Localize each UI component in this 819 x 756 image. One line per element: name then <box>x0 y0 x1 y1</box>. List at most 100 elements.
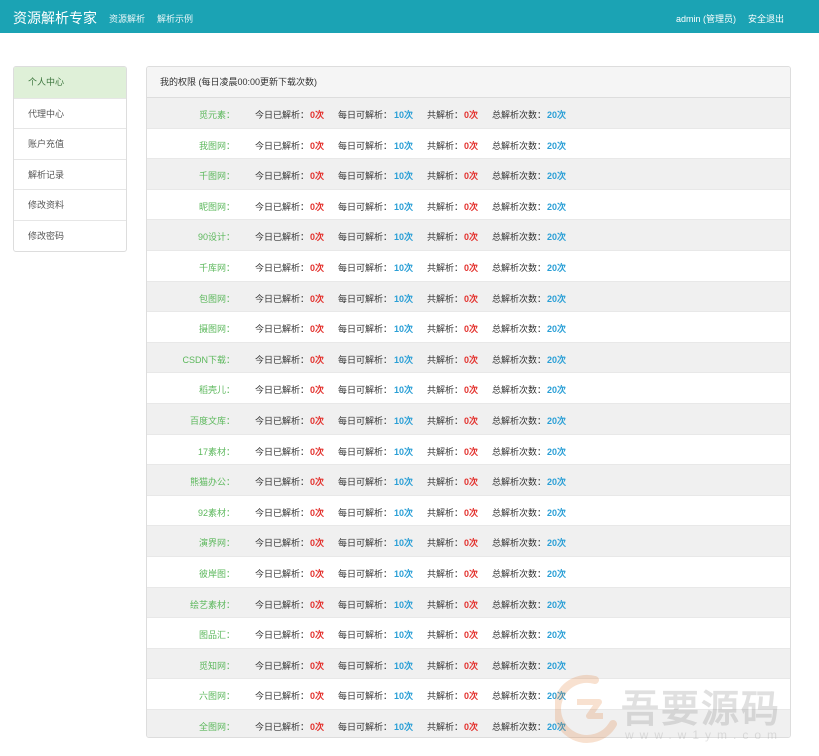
permission-row: 演界网： 今日已解析： 0次 每日可解析： 10次 共解析： 0次 总解析次数： 20次 <box>147 526 790 557</box>
stat-label-daily: 每日可解析： <box>338 293 393 304</box>
stat-label-daily: 每日可解析： <box>338 446 393 457</box>
stat-label-total: 共解析： <box>427 538 464 549</box>
stat-label-daily: 每日可解析： <box>338 262 393 273</box>
stat-value-today: 0次 <box>310 691 325 702</box>
site-name: 全图网： <box>198 721 235 732</box>
stat-value-total: 0次 <box>464 171 479 182</box>
nav-link-parse-examples[interactable]: 解析示例 <box>157 12 193 25</box>
stat-value-overall: 20次 <box>547 110 567 120</box>
stat-value-total: 0次 <box>464 110 479 120</box>
site-name: 包图网： <box>198 293 235 304</box>
stat-value-daily: 10次 <box>394 568 414 579</box>
stat-value-today: 0次 <box>310 110 325 120</box>
stat-value-daily: 10次 <box>394 232 414 243</box>
sidebar-item-recharge[interactable]: 账户充值 <box>14 128 126 159</box>
site-name: 17素材： <box>197 446 235 457</box>
brand-title[interactable]: 资源解析专家 <box>13 8 97 28</box>
stat-label-today: 今日已解析： <box>255 568 310 579</box>
stat-label-overall: 总解析次数： <box>492 630 547 641</box>
stat-label-today: 今日已解析： <box>255 232 310 243</box>
stat-value-today: 0次 <box>310 415 325 426</box>
stat-value-overall: 20次 <box>547 691 567 702</box>
site-name: 熊猫办公： <box>189 477 235 488</box>
stat-value-overall: 20次 <box>547 630 567 641</box>
stat-value-overall: 20次 <box>547 201 567 212</box>
stat-label-overall: 总解析次数： <box>492 538 547 549</box>
stat-label-daily: 每日可解析： <box>338 324 393 335</box>
stat-label-total: 共解析： <box>427 140 464 151</box>
sidebar-item-parse-records[interactable]: 解析记录 <box>14 158 126 190</box>
permission-row: 17素材： 今日已解析： 0次 每日可解析： 10次 共解析： 0次 总解析次数： 20次 <box>147 434 790 466</box>
stat-label-today: 今日已解析： <box>255 293 310 304</box>
stat-label-overall: 总解析次数： <box>492 446 547 457</box>
stat-label-overall: 总解析次数： <box>492 171 547 182</box>
stat-label-daily: 每日可解析： <box>338 507 393 518</box>
stat-value-daily: 10次 <box>394 721 414 732</box>
stat-label-total: 共解析： <box>427 110 464 120</box>
stat-label-total: 共解析： <box>427 171 464 182</box>
stat-value-total: 0次 <box>464 201 479 212</box>
stat-value-daily: 10次 <box>394 660 414 671</box>
stat-value-overall: 20次 <box>547 599 567 610</box>
stat-label-overall: 总解析次数： <box>492 293 547 304</box>
stat-label-daily: 每日可解析： <box>338 110 393 120</box>
permission-row: 稻壳儿： 今日已解析： 0次 每日可解析： 10次 共解析： 0次 总解析次数： 20次 <box>147 373 790 404</box>
stat-label-today: 今日已解析： <box>255 201 310 212</box>
stat-label-total: 共解析： <box>427 415 464 426</box>
stat-label-today: 今日已解析： <box>255 507 310 518</box>
stat-value-overall: 20次 <box>547 477 567 488</box>
site-name: 彼岸图： <box>198 568 235 579</box>
site-name: 觅元素： <box>198 110 235 120</box>
stat-label-today: 今日已解析： <box>255 446 310 457</box>
permissions-panel: 我的权限 (每日凌晨00:00更新下载次数) 觅元素： 今日已解析： 0次 每日可解析… <box>146 66 791 738</box>
stat-value-daily: 10次 <box>394 201 414 212</box>
stat-value-total: 0次 <box>464 415 479 426</box>
stat-label-today: 今日已解析： <box>255 262 310 273</box>
stat-label-today: 今日已解析： <box>255 538 310 549</box>
stat-value-today: 0次 <box>310 630 325 641</box>
stat-label-today: 今日已解析： <box>255 691 310 702</box>
stat-label-overall: 总解析次数： <box>492 110 547 120</box>
stat-label-daily: 每日可解析： <box>338 201 393 212</box>
stat-value-total: 0次 <box>464 599 479 610</box>
stat-value-daily: 10次 <box>394 354 414 365</box>
stat-value-daily: 10次 <box>394 630 414 641</box>
stat-label-daily: 每日可解析： <box>338 232 393 243</box>
stat-label-total: 共解析： <box>427 446 464 457</box>
permission-row: 我图网： 今日已解析： 0次 每日可解析： 10次 共解析： 0次 总解析次数： 20次 <box>147 128 790 160</box>
stat-label-total: 共解析： <box>427 507 464 518</box>
nav-link-resource-parse[interactable]: 资源解析 <box>109 12 145 25</box>
permission-row: 六图网： 今日已解析： 0次 每日可解析： 10次 共解析： 0次 总解析次数： 20次 <box>147 679 790 710</box>
sidebar-item-personal-center[interactable]: 个人中心 <box>14 67 126 98</box>
stat-value-total: 0次 <box>464 660 479 671</box>
stat-label-overall: 总解析次数： <box>492 354 547 365</box>
stat-label-overall: 总解析次数： <box>492 507 547 518</box>
stat-value-overall: 20次 <box>547 354 567 365</box>
site-name: 千图网： <box>198 171 235 182</box>
sidebar-item-edit-profile[interactable]: 修改资料 <box>14 189 126 220</box>
sidebar-item-agent-center[interactable]: 代理中心 <box>14 97 126 129</box>
logout-link[interactable]: 安全退出 <box>748 12 784 25</box>
permission-row: 昵图网： 今日已解析： 0次 每日可解析： 10次 共解析： 0次 总解析次数： 20次 <box>147 189 790 221</box>
stat-value-total: 0次 <box>464 568 479 579</box>
sidebar-item-change-password[interactable]: 修改密码 <box>14 219 126 251</box>
stat-label-total: 共解析： <box>427 599 464 610</box>
stat-value-daily: 10次 <box>394 385 414 396</box>
stat-value-today: 0次 <box>310 201 325 212</box>
site-name: 百度文库： <box>189 415 235 426</box>
stat-value-overall: 20次 <box>547 568 567 579</box>
stat-value-today: 0次 <box>310 599 325 610</box>
permission-row: 图品汇： 今日已解析： 0次 每日可解析： 10次 共解析： 0次 总解析次数： 20次 <box>147 618 790 649</box>
stat-label-today: 今日已解析： <box>255 110 310 120</box>
stat-value-overall: 20次 <box>547 415 567 426</box>
user-menu[interactable]: admin (管理员) <box>676 12 736 25</box>
site-name: 90设计： <box>197 232 235 243</box>
stat-value-overall: 20次 <box>547 507 567 518</box>
permission-row: 彼岸图： 今日已解析： 0次 每日可解析： 10次 共解析： 0次 总解析次数： 20次 <box>147 556 790 588</box>
stat-value-today: 0次 <box>310 354 325 365</box>
stat-label-today: 今日已解析： <box>255 140 310 151</box>
stat-value-daily: 10次 <box>394 446 414 457</box>
stat-value-daily: 10次 <box>394 324 414 335</box>
stat-label-daily: 每日可解析： <box>338 385 393 396</box>
stat-label-total: 共解析： <box>427 568 464 579</box>
